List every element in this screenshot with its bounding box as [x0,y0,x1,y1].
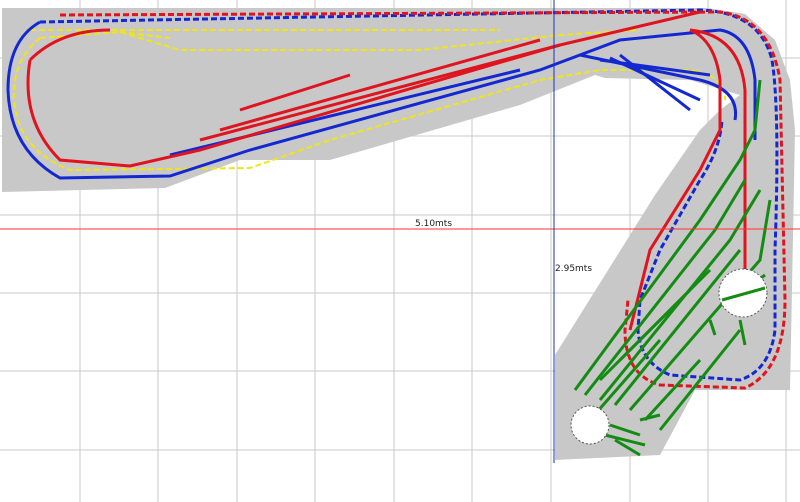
track-plan-canvas: 5.10mts 2.95mts [0,0,800,502]
width-measure-label: 5.10mts [415,219,452,229]
track-plan-diagram: 5.10mts 2.95mts [0,0,800,502]
turntable-lower [570,405,610,445]
height-measure-label: 2.95mts [555,264,592,274]
